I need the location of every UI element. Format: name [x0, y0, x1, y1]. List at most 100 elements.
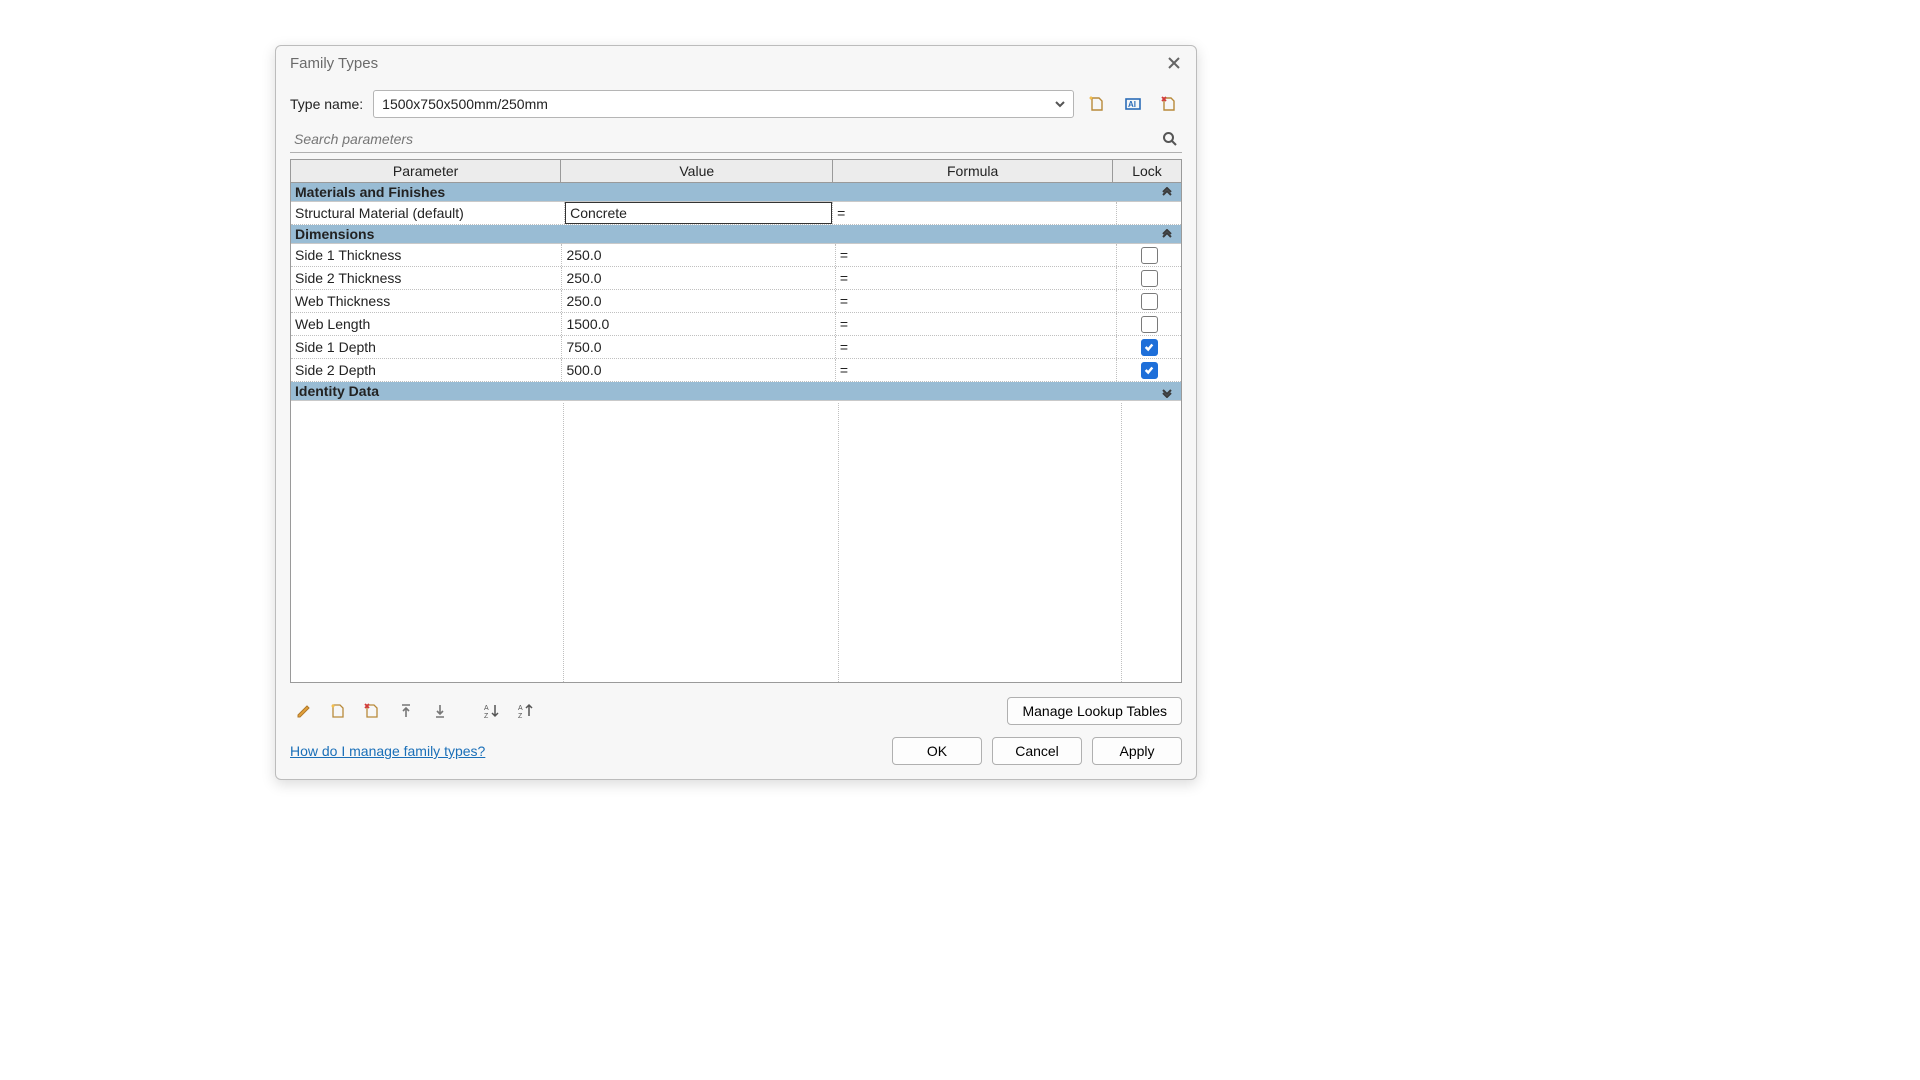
group-dimensions[interactable]: Dimensions — [291, 225, 1181, 244]
checkbox-checked-icon — [1141, 362, 1158, 379]
param-formula[interactable]: = — [836, 313, 1117, 335]
param-lock[interactable] — [1117, 359, 1181, 381]
param-value[interactable]: 250.0 — [562, 244, 835, 266]
parameter-table: Parameter Value Formula Lock Materials a… — [290, 159, 1182, 683]
col-formula[interactable]: Formula — [833, 160, 1113, 182]
col-parameter[interactable]: Parameter — [291, 160, 561, 182]
param-formula[interactable]: = — [836, 359, 1117, 381]
table-row: Web Length 1500.0 = — [291, 313, 1181, 336]
rename-type-button[interactable]: AI — [1120, 91, 1146, 117]
svg-text:A: A — [518, 705, 523, 712]
empty-grid-area — [291, 403, 1181, 682]
param-name[interactable]: Web Length — [291, 313, 562, 335]
collapse-icon — [1161, 186, 1175, 200]
checkbox-icon — [1141, 316, 1158, 333]
manage-lookup-button[interactable]: Manage Lookup Tables — [1007, 697, 1182, 725]
delete-parameter-button[interactable] — [358, 697, 386, 725]
param-lock[interactable] — [1117, 244, 1181, 266]
param-name[interactable]: Side 1 Thickness — [291, 244, 562, 266]
search-icon[interactable] — [1160, 131, 1180, 147]
col-value[interactable]: Value — [561, 160, 833, 182]
rename-icon: AI — [1124, 95, 1142, 113]
new-parameter-button[interactable] — [324, 697, 352, 725]
param-name[interactable]: Web Thickness — [291, 290, 562, 312]
new-type-button[interactable] — [1084, 91, 1110, 117]
table-row: Side 1 Depth 750.0 = — [291, 336, 1181, 359]
param-value[interactable]: 250.0 — [562, 267, 835, 289]
param-value[interactable]: 500.0 — [562, 359, 835, 381]
svg-text:Z: Z — [518, 713, 523, 720]
delete-type-icon — [1160, 95, 1178, 113]
type-name-value: 1500x750x500mm/250mm — [382, 96, 1051, 112]
move-down-button[interactable] — [426, 697, 454, 725]
collapse-icon — [1161, 228, 1175, 242]
param-name[interactable]: Structural Material (default) — [291, 202, 565, 224]
svg-text:Z: Z — [484, 713, 489, 720]
checkbox-icon — [1141, 247, 1158, 264]
param-formula[interactable]: = — [836, 290, 1117, 312]
search-row — [290, 128, 1182, 153]
checkbox-checked-icon — [1141, 339, 1158, 356]
delete-parameter-icon — [363, 702, 381, 720]
move-up-icon — [397, 702, 415, 720]
param-lock — [1117, 202, 1181, 224]
new-type-icon — [1088, 95, 1106, 113]
apply-button[interactable]: Apply — [1092, 737, 1182, 765]
sort-asc-button[interactable]: A Z — [478, 697, 506, 725]
group-materials[interactable]: Materials and Finishes — [291, 183, 1181, 202]
param-value[interactable]: 250.0 — [562, 290, 835, 312]
dialog-footer: How do I manage family types? OK Cancel … — [276, 731, 1196, 779]
type-name-label: Type name: — [290, 96, 363, 112]
close-button[interactable] — [1162, 51, 1186, 75]
param-name[interactable]: Side 2 Thickness — [291, 267, 562, 289]
group-identity[interactable]: Identity Data — [291, 382, 1181, 401]
param-toolbar: A Z A Z Manage Lookup Tables — [276, 691, 1196, 731]
table-body: Materials and Finishes Structural Materi… — [291, 183, 1181, 682]
new-parameter-icon — [329, 702, 347, 720]
param-lock[interactable] — [1117, 313, 1181, 335]
param-formula[interactable]: = — [836, 267, 1117, 289]
table-row: Web Thickness 250.0 = — [291, 290, 1181, 313]
table-header: Parameter Value Formula Lock — [291, 160, 1181, 183]
param-formula[interactable]: = — [833, 202, 1117, 224]
table-row: Side 2 Thickness 250.0 = — [291, 267, 1181, 290]
param-formula[interactable]: = — [836, 244, 1117, 266]
search-input[interactable] — [292, 130, 1160, 148]
param-value[interactable]: 1500.0 — [562, 313, 835, 335]
family-types-dialog: Family Types Type name: 1500x750x500mm/2… — [275, 45, 1197, 780]
checkbox-icon — [1141, 293, 1158, 310]
help-link[interactable]: How do I manage family types? — [290, 743, 485, 759]
table-row: Side 2 Depth 500.0 = — [291, 359, 1181, 382]
sort-asc-icon: A Z — [483, 702, 501, 720]
expand-icon — [1161, 385, 1175, 399]
param-lock[interactable] — [1117, 336, 1181, 358]
param-lock[interactable] — [1117, 267, 1181, 289]
param-value-cell[interactable]: Concrete — [565, 202, 833, 224]
ok-button[interactable]: OK — [892, 737, 982, 765]
param-value[interactable]: Concrete — [565, 202, 832, 224]
close-icon — [1168, 57, 1180, 69]
cancel-button[interactable]: Cancel — [992, 737, 1082, 765]
param-name[interactable]: Side 1 Depth — [291, 336, 562, 358]
edit-parameter-button[interactable] — [290, 697, 318, 725]
table-row: Side 1 Thickness 250.0 = — [291, 244, 1181, 267]
param-value[interactable]: 750.0 — [562, 336, 835, 358]
col-lock[interactable]: Lock — [1113, 160, 1181, 182]
param-lock[interactable] — [1117, 290, 1181, 312]
param-formula[interactable]: = — [836, 336, 1117, 358]
sort-desc-button[interactable]: A Z — [512, 697, 540, 725]
type-name-row: Type name: 1500x750x500mm/250mm AI — [276, 80, 1196, 128]
group-label: Identity Data — [295, 383, 379, 399]
svg-text:A: A — [484, 705, 489, 712]
move-down-icon — [431, 702, 449, 720]
pencil-icon — [295, 702, 313, 720]
sort-desc-icon: A Z — [517, 702, 535, 720]
dialog-title: Family Types — [290, 55, 378, 72]
type-name-combo[interactable]: 1500x750x500mm/250mm — [373, 90, 1074, 118]
svg-text:AI: AI — [1128, 100, 1136, 109]
delete-type-button[interactable] — [1156, 91, 1182, 117]
group-label: Materials and Finishes — [295, 184, 445, 200]
param-name[interactable]: Side 2 Depth — [291, 359, 562, 381]
titlebar: Family Types — [276, 46, 1196, 80]
move-up-button[interactable] — [392, 697, 420, 725]
